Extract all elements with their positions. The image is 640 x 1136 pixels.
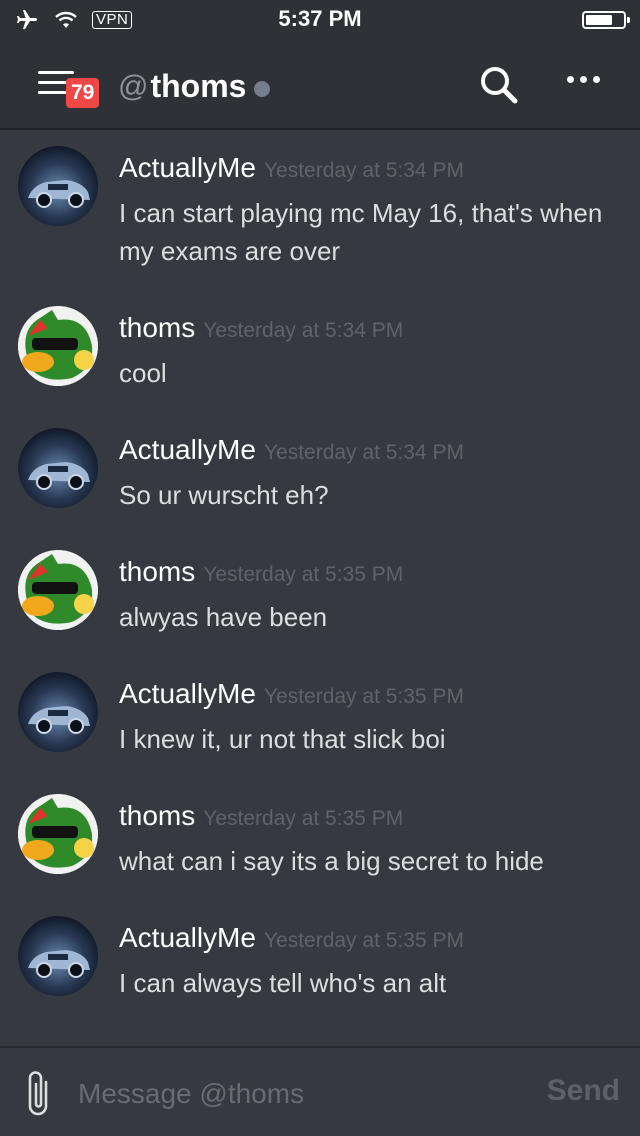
bird-avatar-icon: [18, 550, 98, 630]
search-icon: [481, 67, 518, 104]
channel-header: 79 @ thoms: [0, 40, 640, 130]
car-avatar-icon: [28, 462, 90, 490]
message-timestamp: Yesterday at 5:34 PM: [203, 319, 404, 342]
car-avatar-icon: [28, 950, 90, 978]
message-author[interactable]: thoms Yesterday at 5:34 PM: [119, 312, 403, 344]
channel-title: @ thoms: [118, 68, 271, 105]
message-author[interactable]: thoms Yesterday at 5:35 PM: [119, 800, 403, 832]
avatar-actuallyme[interactable]: [18, 672, 98, 752]
message-timestamp: Yesterday at 5:35 PM: [203, 807, 404, 830]
message-text: what can i say its a big secret to hide: [119, 846, 544, 876]
avatar-actuallyme[interactable]: [18, 916, 98, 996]
message-timestamp: Yesterday at 5:35 PM: [203, 563, 404, 586]
message-text: cool: [119, 358, 167, 388]
hamburger-icon: [38, 71, 74, 74]
status-time: 5:37 PM: [278, 6, 362, 31]
attach-button[interactable]: [24, 1068, 54, 1118]
message-author[interactable]: ActuallyMe Yesterday at 5:35 PM: [119, 922, 464, 954]
car-avatar-icon: [28, 706, 90, 734]
message-text: I can start playing mc May 16, that's wh…: [119, 198, 603, 266]
message-composer: Send: [0, 1046, 640, 1136]
avatar-thoms[interactable]: [18, 306, 98, 386]
bird-avatar-icon: [18, 306, 98, 386]
status-dot-icon: [254, 80, 271, 97]
avatar-thoms[interactable]: [18, 550, 98, 630]
message-timestamp: Yesterday at 5:34 PM: [263, 159, 464, 182]
channel-name: thoms: [150, 68, 247, 104]
status-bar: VPN 5:37 PM: [0, 0, 640, 40]
avatar-thoms[interactable]: [18, 794, 98, 874]
more-icon: [567, 76, 574, 83]
search-button[interactable]: [478, 64, 520, 106]
message-author[interactable]: ActuallyMe Yesterday at 5:35 PM: [119, 678, 464, 710]
message-text: I knew it, ur not that slick boi: [119, 724, 446, 754]
message-author[interactable]: ActuallyMe Yesterday at 5:34 PM: [119, 434, 464, 466]
message-author[interactable]: thoms Yesterday at 5:35 PM: [119, 556, 403, 588]
send-button[interactable]: Send: [547, 1074, 620, 1108]
at-sign: @: [118, 69, 149, 103]
message-input[interactable]: [76, 1072, 520, 1116]
message-text: So ur wurscht eh?: [119, 480, 329, 510]
message-timestamp: Yesterday at 5:35 PM: [263, 685, 464, 708]
unread-badge: 79: [66, 78, 100, 108]
avatar-actuallyme[interactable]: [18, 428, 98, 508]
battery-icon: [582, 11, 630, 29]
message-text: alwyas have been: [119, 602, 328, 632]
message-author[interactable]: ActuallyMe Yesterday at 5:34 PM: [119, 152, 464, 184]
message-timestamp: Yesterday at 5:35 PM: [263, 929, 464, 952]
bird-avatar-icon: [18, 794, 98, 874]
more-options-button[interactable]: [567, 76, 600, 83]
avatar-actuallyme[interactable]: [18, 146, 98, 226]
message-timestamp: Yesterday at 5:34 PM: [263, 441, 464, 464]
car-avatar-icon: [28, 180, 90, 208]
message-text: I can always tell who's an alt: [119, 968, 447, 998]
paperclip-icon: [28, 1071, 48, 1116]
